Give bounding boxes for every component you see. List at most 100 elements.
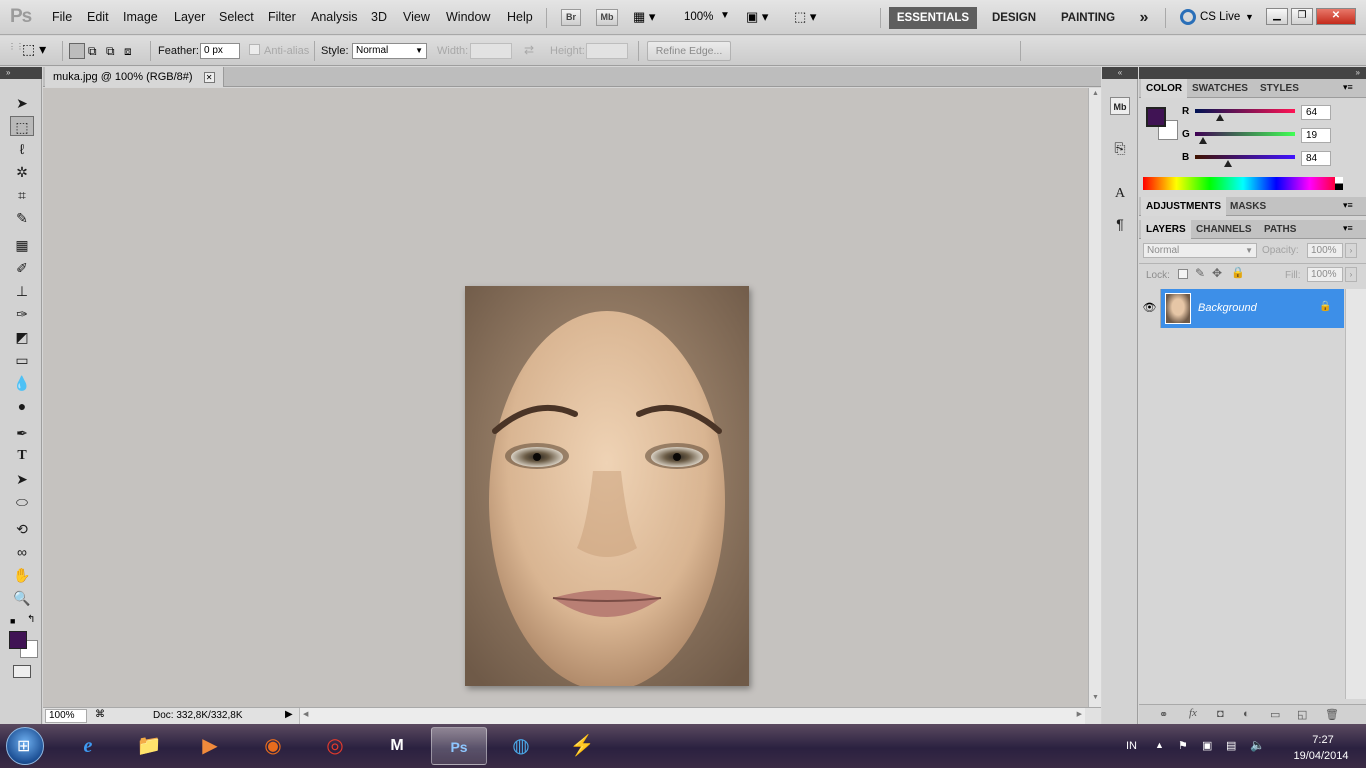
close-button[interactable]: ✕ xyxy=(1316,8,1356,25)
style-select[interactable]: Normal ▼ xyxy=(352,43,427,59)
black-white-ramp[interactable] xyxy=(1335,177,1343,190)
view-extras-icon[interactable]: ▦ ▾ xyxy=(633,9,665,26)
workspace-essentials[interactable]: ESSENTIALS xyxy=(889,7,977,29)
cs-live-button[interactable]: CS Live xyxy=(1200,11,1240,23)
color-spectrum-ramp[interactable] xyxy=(1143,177,1343,190)
type-tool-icon[interactable]: T xyxy=(10,446,34,466)
tab-layers[interactable]: LAYERS xyxy=(1141,220,1191,239)
swap-colors-icon[interactable]: ↰ xyxy=(27,614,35,625)
tab-paths[interactable]: PATHS xyxy=(1259,220,1301,239)
expand-panel-icon[interactable]: » xyxy=(1139,67,1366,79)
vertical-scrollbar[interactable]: ▲ ▼ xyxy=(1088,88,1101,707)
fill-input[interactable]: 100% xyxy=(1307,267,1343,282)
blend-mode-select[interactable]: Normal ▼ xyxy=(1143,243,1257,258)
scroll-left-icon[interactable]: ◀ xyxy=(303,710,308,718)
language-indicator[interactable]: IN xyxy=(1126,740,1137,752)
crop-tool-icon[interactable]: ⌗ xyxy=(10,185,34,205)
status-menu-arrow-icon[interactable]: ▶ xyxy=(285,709,293,720)
add-selection-icon[interactable]: ⧉ xyxy=(88,43,104,59)
paragraph-icon[interactable]: ¶ xyxy=(1110,215,1130,233)
file-explorer-icon[interactable]: 📁 xyxy=(121,727,177,765)
menu-filter[interactable]: Filter xyxy=(268,10,296,24)
lightning-app-icon[interactable]: ⚡ xyxy=(554,727,610,765)
menu-3d[interactable]: 3D xyxy=(371,10,387,24)
hand-tool-icon[interactable]: ✋ xyxy=(10,565,34,585)
chrome-icon[interactable]: ◎ xyxy=(307,727,363,765)
healing-brush-tool-icon[interactable]: ▦ xyxy=(10,235,34,255)
show-hidden-icons-icon[interactable]: ▲ xyxy=(1155,740,1164,750)
eyedropper-tool-icon[interactable]: ✎ xyxy=(10,208,34,228)
panel-menu-icon[interactable]: ▾≡ xyxy=(1343,82,1353,93)
anti-alias-checkbox[interactable] xyxy=(249,44,260,55)
scroll-down-icon[interactable]: ▼ xyxy=(1092,694,1099,701)
layer-style-icon[interactable]: fx xyxy=(1189,707,1197,719)
arrange-documents-icon[interactable]: ▣ ▾ xyxy=(746,9,768,25)
lock-transparent-icon[interactable] xyxy=(1178,269,1188,279)
clock-time[interactable]: 7:27 xyxy=(1298,734,1348,746)
face-photo[interactable] xyxy=(465,286,749,686)
blur-tool-icon[interactable]: 💧 xyxy=(10,373,34,393)
screen-mode-icon[interactable]: ⬚ ▾ xyxy=(794,9,816,25)
fg-color-swatch[interactable] xyxy=(1146,107,1166,127)
bridge-button[interactable]: Br xyxy=(561,9,581,26)
collapse-panel-icon[interactable]: « xyxy=(1102,67,1138,79)
tab-channels[interactable]: CHANNELS xyxy=(1191,220,1257,239)
document-tab[interactable]: muka.jpg @ 100% (RGB/8#) ✕ xyxy=(45,67,224,87)
foreground-color-swatch[interactable] xyxy=(9,631,27,649)
3d-orbit-tool-icon[interactable]: ∞ xyxy=(10,542,34,562)
tool-preset-picker[interactable]: ⬚ ▾ xyxy=(22,41,56,61)
lasso-tool-icon[interactable]: ℓ xyxy=(10,139,34,159)
subtract-selection-icon[interactable]: ⧉ xyxy=(106,43,122,59)
workspace-design[interactable]: DESIGN xyxy=(984,7,1044,29)
3d-rotate-tool-icon[interactable]: ⟲ xyxy=(10,519,34,539)
blue-slider-thumb[interactable] xyxy=(1224,160,1232,167)
history-brush-tool-icon[interactable]: ✑ xyxy=(10,304,34,324)
dodge-tool-icon[interactable]: ● xyxy=(10,396,34,416)
mini-bridge-button[interactable]: Mb xyxy=(596,9,618,26)
tab-styles[interactable]: STYLES xyxy=(1255,79,1304,98)
mini-bridge-icon[interactable]: Mb xyxy=(1110,97,1130,115)
panel-menu-icon[interactable]: ▾≡ xyxy=(1343,200,1353,211)
status-info-icon[interactable]: ⌘ xyxy=(95,709,105,720)
more-workspaces-icon[interactable]: » xyxy=(1132,7,1156,29)
green-slider-thumb[interactable] xyxy=(1198,137,1207,144)
new-group-icon[interactable]: ▭ xyxy=(1270,708,1280,721)
tab-masks[interactable]: MASKS xyxy=(1225,197,1271,216)
quick-mask-icon[interactable] xyxy=(13,665,31,678)
layers-scrollbar[interactable] xyxy=(1345,289,1366,699)
green-value-input[interactable]: 19 xyxy=(1301,128,1331,143)
layer-name[interactable]: Background xyxy=(1198,302,1257,314)
swap-icon[interactable]: ⇄ xyxy=(524,43,534,57)
zoom-level-dropdown[interactable]: 100% xyxy=(684,11,713,23)
tab-color[interactable]: COLOR xyxy=(1141,79,1188,98)
menu-layer[interactable]: Layer xyxy=(174,10,205,24)
refine-edge-button[interactable]: Refine Edge... xyxy=(647,41,731,61)
intersect-selection-icon[interactable]: ⧈ xyxy=(124,43,140,59)
history-icon[interactable]: ⎘ xyxy=(1110,139,1130,157)
ellipse-tool-icon[interactable]: ⬭ xyxy=(10,492,34,512)
scroll-up-icon[interactable]: ▲ xyxy=(1092,90,1099,97)
restore-button[interactable]: ❐ xyxy=(1291,8,1313,25)
pen-tool-icon[interactable]: ✒ xyxy=(10,423,34,443)
new-selection-icon[interactable] xyxy=(69,43,85,59)
gradient-tool-icon[interactable]: ▭ xyxy=(10,350,34,370)
scroll-right-icon[interactable]: ▶ xyxy=(1077,710,1082,718)
brush-tool-icon[interactable]: ✐ xyxy=(10,258,34,278)
internet-explorer-icon[interactable]: e xyxy=(60,727,116,765)
blue-value-input[interactable]: 84 xyxy=(1301,151,1331,166)
blue-slider-track[interactable] xyxy=(1195,155,1295,159)
menu-analysis[interactable]: Analysis xyxy=(311,10,358,24)
menu-view[interactable]: View xyxy=(403,10,430,24)
chevron-right-icon[interactable]: › xyxy=(1345,267,1357,282)
menu-file[interactable]: File xyxy=(52,10,72,24)
adjustment-layer-icon[interactable]: ◐ xyxy=(1243,708,1250,720)
device-icon[interactable]: ▣ xyxy=(1202,739,1212,752)
action-center-icon[interactable]: ⚑ xyxy=(1178,739,1188,752)
chevron-right-icon[interactable]: › xyxy=(1345,243,1357,258)
red-value-input[interactable]: 64 xyxy=(1301,105,1331,120)
network-icon[interactable]: ▤ xyxy=(1226,739,1236,752)
quick-selection-tool-icon[interactable]: ✲ xyxy=(10,162,34,182)
character-icon[interactable]: A xyxy=(1110,185,1130,203)
red-slider-track[interactable] xyxy=(1195,109,1295,113)
marquee-tool-icon[interactable]: ⬚ xyxy=(10,116,34,136)
